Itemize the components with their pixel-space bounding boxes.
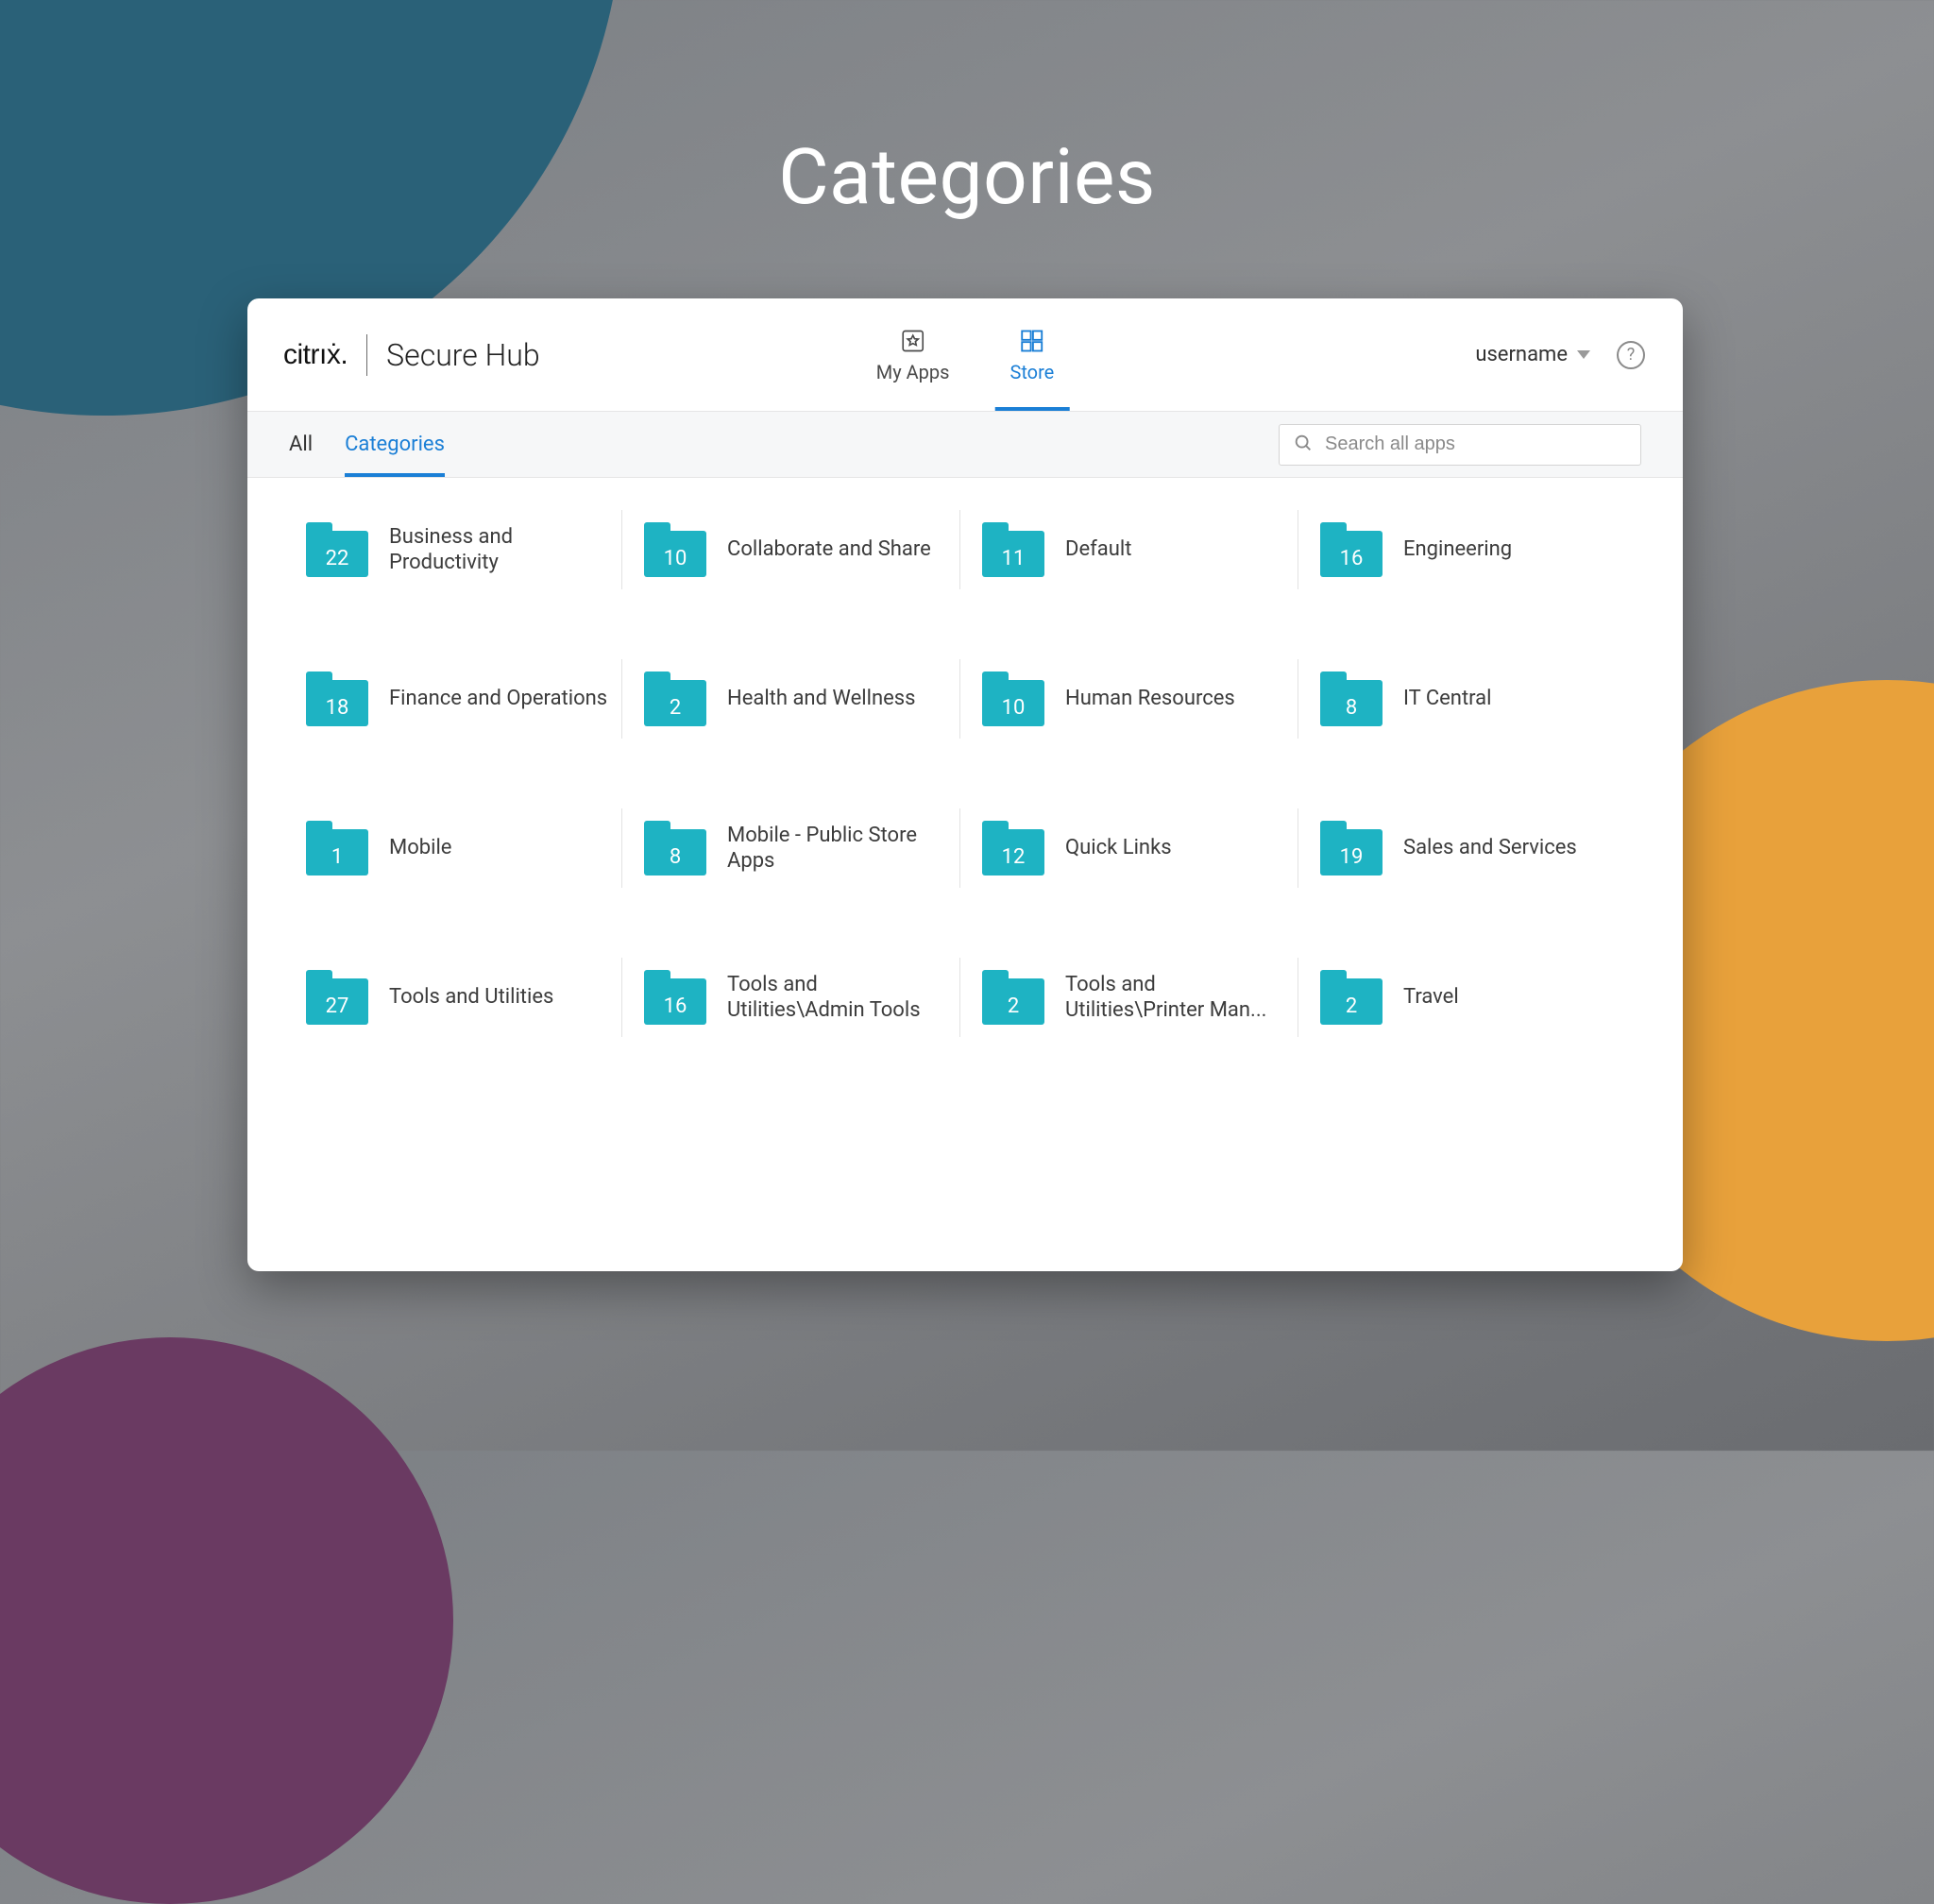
- category-label: Quick Links: [1065, 835, 1172, 861]
- search-wrap: [1279, 412, 1641, 477]
- category-label: Health and Wellness: [727, 686, 916, 712]
- category-item[interactable]: 22 Business and Productivity: [289, 516, 627, 584]
- category-count: 2: [644, 688, 706, 726]
- category-count: 1: [306, 838, 368, 876]
- category-label: Sales and Services: [1403, 835, 1577, 861]
- folder-icon: 10: [982, 672, 1044, 726]
- grid-apps-icon: [1018, 327, 1046, 355]
- folder-icon: 10: [644, 522, 706, 577]
- subheader: All Categories: [247, 412, 1683, 478]
- folder-icon: 12: [982, 821, 1044, 876]
- category-item[interactable]: 2 Health and Wellness: [627, 665, 965, 733]
- user-menu[interactable]: username: [1475, 343, 1590, 366]
- search-box[interactable]: [1279, 424, 1641, 466]
- category-label: Engineering: [1403, 536, 1512, 563]
- help-button[interactable]: ?: [1617, 341, 1645, 369]
- category-item[interactable]: 16 Engineering: [1303, 516, 1641, 584]
- category-item[interactable]: 16 Tools and Utilities\Admin Tools: [627, 963, 965, 1031]
- content-area: 22Business and Productivity10Collaborate…: [247, 478, 1683, 1271]
- category-grid: 22Business and Productivity10Collaborate…: [289, 516, 1641, 1031]
- folder-icon: 2: [982, 970, 1044, 1025]
- brand-logo: citrıẋ.: [283, 339, 348, 371]
- category-count: 12: [982, 838, 1044, 876]
- category-count: 8: [644, 838, 706, 876]
- folder-icon: 2: [644, 672, 706, 726]
- category-count: 10: [644, 539, 706, 577]
- category-item[interactable]: 1 Mobile: [289, 814, 627, 882]
- nav-tab-myapps[interactable]: My Apps: [869, 298, 958, 411]
- category-item[interactable]: 18 Finance and Operations: [289, 665, 627, 733]
- category-count: 2: [1320, 987, 1383, 1025]
- category-label: Tools and Utilities: [389, 984, 553, 1011]
- category-label: Mobile - Public Store Apps: [727, 823, 948, 875]
- subtab-label: Categories: [345, 433, 445, 456]
- category-count: 16: [644, 987, 706, 1025]
- category-item[interactable]: 11 Default: [965, 516, 1303, 584]
- category-label: Tools and Utilities\Printer Man...: [1065, 972, 1286, 1024]
- bg-decor-circle: [0, 1337, 453, 1904]
- category-count: 11: [982, 539, 1044, 577]
- search-icon: [1293, 433, 1314, 457]
- folder-icon: 8: [1320, 672, 1383, 726]
- category-item[interactable]: 27 Tools and Utilities: [289, 963, 627, 1031]
- subtab-categories[interactable]: Categories: [345, 412, 445, 477]
- username-label: username: [1475, 343, 1568, 366]
- category-item[interactable]: 2 Travel: [1303, 963, 1641, 1031]
- folder-icon: 18: [306, 672, 368, 726]
- search-input[interactable]: [1325, 434, 1627, 455]
- subtab-all[interactable]: All: [289, 412, 313, 477]
- brand-divider: [366, 334, 367, 376]
- category-count: 19: [1320, 838, 1383, 876]
- header-right: username ?: [1475, 341, 1683, 369]
- folder-icon: 1: [306, 821, 368, 876]
- category-item[interactable]: 10 Human Resources: [965, 665, 1303, 733]
- brand: citrıẋ. Secure Hub: [247, 334, 540, 376]
- category-count: 8: [1320, 688, 1383, 726]
- brand-product: Secure Hub: [386, 337, 539, 373]
- category-item[interactable]: 12 Quick Links: [965, 814, 1303, 882]
- category-item[interactable]: 10 Collaborate and Share: [627, 516, 965, 584]
- category-count: 27: [306, 987, 368, 1025]
- app-panel: citrıẋ. Secure Hub My Apps: [247, 298, 1683, 1271]
- category-count: 2: [982, 987, 1044, 1025]
- folder-icon: 11: [982, 522, 1044, 577]
- nav-tab-label: My Apps: [876, 361, 950, 383]
- category-item[interactable]: 2 Tools and Utilities\Printer Man...: [965, 963, 1303, 1031]
- chevron-down-icon: [1577, 350, 1590, 359]
- category-label: Default: [1065, 536, 1131, 563]
- subtab-label: All: [289, 433, 313, 456]
- category-count: 18: [306, 688, 368, 726]
- nav-tabs: My Apps Store: [869, 298, 1062, 411]
- category-item[interactable]: 8 IT Central: [1303, 665, 1641, 733]
- folder-icon: 8: [644, 821, 706, 876]
- category-count: 22: [306, 539, 368, 577]
- folder-icon: 16: [1320, 522, 1383, 577]
- folder-icon: 2: [1320, 970, 1383, 1025]
- category-label: Travel: [1403, 984, 1459, 1011]
- star-badge-icon: [899, 327, 927, 355]
- page-title: Categories: [0, 132, 1934, 223]
- category-count: 16: [1320, 539, 1383, 577]
- category-label: IT Central: [1403, 686, 1492, 712]
- folder-icon: 27: [306, 970, 368, 1025]
- nav-tab-store[interactable]: Store: [1002, 298, 1061, 411]
- category-item[interactable]: 8 Mobile - Public Store Apps: [627, 814, 965, 882]
- folder-icon: 16: [644, 970, 706, 1025]
- category-label: Human Resources: [1065, 686, 1235, 712]
- nav-tab-label: Store: [1009, 361, 1054, 383]
- category-item[interactable]: 19 Sales and Services: [1303, 814, 1641, 882]
- question-icon: ?: [1627, 345, 1636, 365]
- panel-header: citrıẋ. Secure Hub My Apps: [247, 298, 1683, 412]
- folder-icon: 22: [306, 522, 368, 577]
- category-label: Finance and Operations: [389, 686, 607, 712]
- folder-icon: 19: [1320, 821, 1383, 876]
- category-label: Collaborate and Share: [727, 536, 931, 563]
- category-count: 10: [982, 688, 1044, 726]
- category-label: Business and Productivity: [389, 524, 610, 576]
- category-label: Mobile: [389, 835, 451, 861]
- category-label: Tools and Utilities\Admin Tools: [727, 972, 948, 1024]
